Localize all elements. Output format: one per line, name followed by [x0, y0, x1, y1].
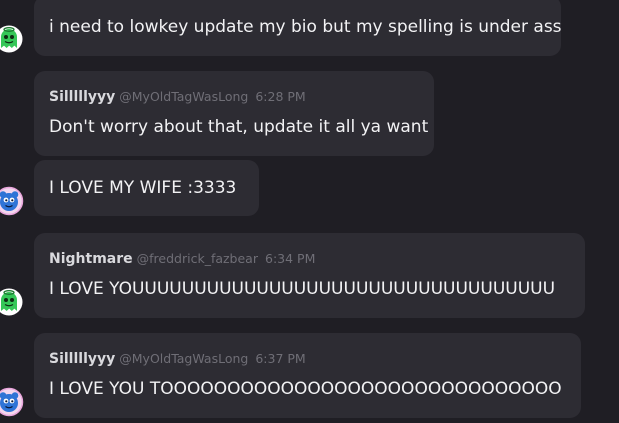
timestamp: 6:34 PM: [265, 251, 316, 266]
message-bubble[interactable]: I LOVE MY WIFE :3333: [34, 160, 259, 216]
message-header: Silllllyyy @MyOldTagWasLong 6:37 PM: [49, 350, 306, 367]
green-ghost-icon[interactable]: [0, 287, 24, 317]
author-tag: @MyOldTagWasLong: [119, 89, 249, 104]
message-text: I LOVE YOU TOOOOOOOOOOOOOOOOOOOOOOOOOOOO…: [49, 379, 562, 399]
timestamp: 6:37 PM: [255, 351, 306, 366]
author-name[interactable]: Silllllyyy: [49, 89, 115, 105]
message-text: I LOVE YOUUUUUUUUUUUUUUUUUUUUUUUUUUUUUUU…: [49, 279, 556, 299]
message-text: i need to lowkey update my bio but my sp…: [49, 17, 562, 37]
author-name[interactable]: Silllllyyy: [49, 351, 115, 367]
author-name[interactable]: Nightmare: [49, 251, 133, 267]
message-text: I LOVE MY WIFE :3333: [49, 178, 237, 198]
blue-creature-icon[interactable]: [0, 186, 24, 216]
blue-creature-icon[interactable]: [0, 387, 24, 417]
message-bubble[interactable]: i need to lowkey update my bio but my sp…: [34, 0, 562, 56]
green-ghost-icon[interactable]: [0, 24, 24, 54]
chat-thread: i need to lowkey update my bio but my sp…: [0, 0, 619, 423]
timestamp: 6:28 PM: [255, 89, 306, 104]
author-tag: @freddrick_fazbear: [136, 251, 258, 266]
message-bubble[interactable]: Silllllyyy @MyOldTagWasLong 6:28 PM Don't …: [34, 71, 434, 156]
message-bubble[interactable]: Nightmare @freddrick_fazbear 6:34 PM I LOV…: [34, 233, 585, 318]
author-tag: @MyOldTagWasLong: [119, 351, 249, 366]
message-bubble[interactable]: Silllllyyy @MyOldTagWasLong 6:37 PM I LOVE…: [34, 333, 581, 418]
message-header: Silllllyyy @MyOldTagWasLong 6:28 PM: [49, 88, 306, 105]
message-header: Nightmare @freddrick_fazbear 6:34 PM: [49, 250, 315, 267]
message-text: Don't worry about that, update it all ya…: [49, 117, 429, 137]
